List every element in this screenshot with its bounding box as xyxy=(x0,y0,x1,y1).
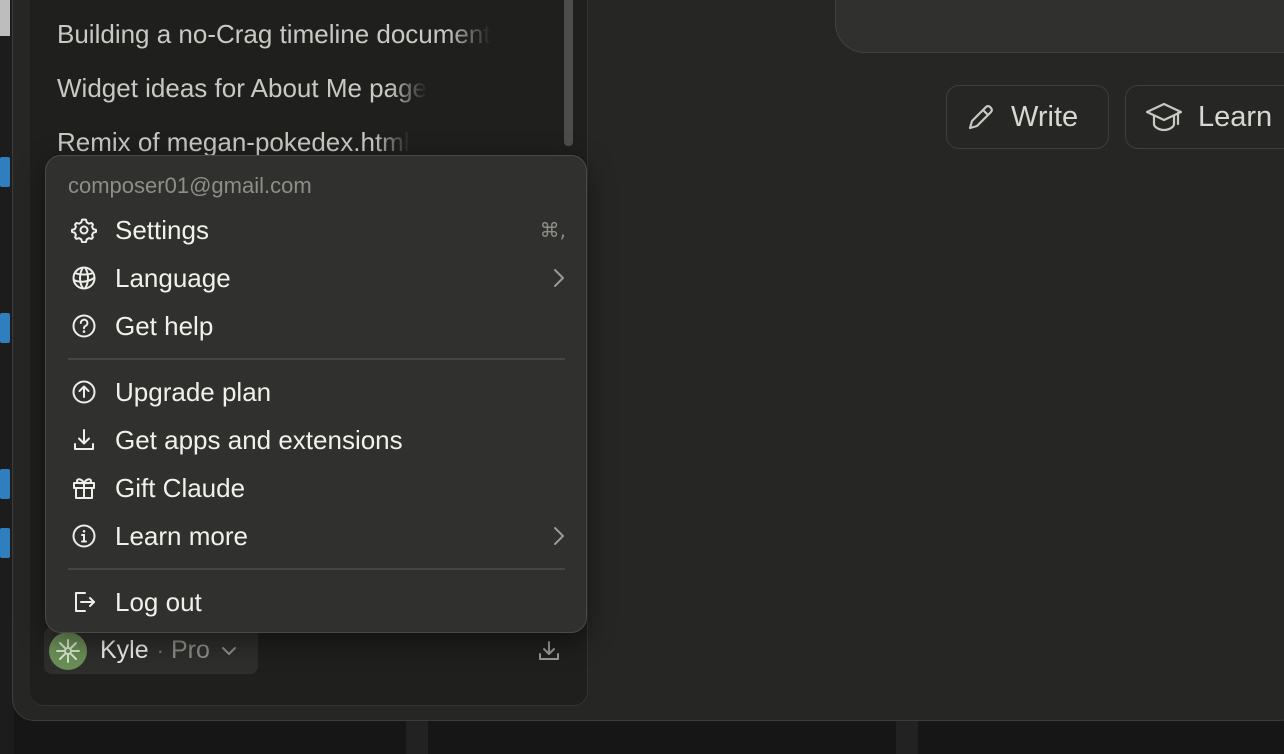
chevron-right-icon xyxy=(552,514,566,558)
background-strip xyxy=(406,721,428,754)
download-button[interactable] xyxy=(535,637,563,665)
info-icon xyxy=(70,522,98,550)
menu-item-label: Settings xyxy=(115,214,209,245)
desktop-folder-icon[interactable] xyxy=(0,528,10,558)
avatar xyxy=(49,631,87,670)
menu-item-label: Gift Claude xyxy=(115,472,246,503)
menu-item-settings[interactable]: Settings ⌘, xyxy=(56,208,578,252)
background-strip xyxy=(896,721,918,754)
chat-input-box[interactable] xyxy=(835,0,1284,53)
account-email: composer01@gmail.com xyxy=(68,173,312,198)
menu-item-label: Language xyxy=(115,262,231,293)
account-menu: composer01@gmail.com Settings ⌘, Languag… xyxy=(45,155,587,633)
desktop-folder-icon[interactable] xyxy=(0,313,10,343)
menu-item-log-out[interactable]: Log out xyxy=(56,580,578,624)
desktop-file-icon[interactable] xyxy=(0,0,10,36)
menu-item-label: Learn more xyxy=(115,520,248,551)
chevron-down-icon xyxy=(220,645,238,657)
shortcut-hint: ⌘, xyxy=(539,218,566,242)
menu-item-label: Get help xyxy=(115,310,214,341)
logout-icon xyxy=(70,588,98,616)
chevron-right-icon xyxy=(552,256,566,300)
menu-divider xyxy=(68,358,565,360)
globe-icon xyxy=(70,264,98,292)
menu-item-gift-claude[interactable]: Gift Claude xyxy=(56,466,578,510)
recent-chat-item[interactable]: Building a no-Crag timeline document xyxy=(57,19,491,50)
graduation-cap-icon xyxy=(1144,100,1184,134)
menu-item-upgrade-plan[interactable]: Upgrade plan xyxy=(56,370,578,414)
menu-item-label: Upgrade plan xyxy=(115,376,272,407)
gear-icon xyxy=(70,216,98,244)
menu-item-get-help[interactable]: Get help xyxy=(56,304,578,348)
desktop-folder-icon[interactable] xyxy=(0,469,10,499)
user-name: Kyle xyxy=(100,636,149,664)
learn-chip-button[interactable]: Learn xyxy=(1125,85,1284,149)
write-chip-label: Write xyxy=(1011,100,1079,133)
user-menu-button[interactable]: Kyle · Pro xyxy=(44,627,258,674)
write-chip-button[interactable]: Write xyxy=(946,85,1109,149)
arrow-up-circle-icon xyxy=(70,378,98,406)
recent-chat-item[interactable]: Remix of megan-pokedex.html xyxy=(57,127,410,158)
menu-item-label: Log out xyxy=(115,586,202,617)
menu-item-label: Get apps and extensions xyxy=(115,424,403,455)
learn-chip-label: Learn xyxy=(1198,100,1273,133)
user-plan: Pro xyxy=(170,636,210,664)
asterisk-avatar-icon xyxy=(56,638,80,663)
download-icon xyxy=(539,641,559,660)
user-separator: · xyxy=(156,637,164,663)
gift-icon xyxy=(70,474,98,502)
menu-item-language[interactable]: Language xyxy=(56,256,578,300)
menu-item-get-apps[interactable]: Get apps and extensions xyxy=(56,418,578,462)
menu-item-learn-more[interactable]: Learn more xyxy=(56,514,578,558)
menu-divider xyxy=(68,568,565,570)
sidebar-scrollbar[interactable] xyxy=(564,0,573,146)
recent-chat-item[interactable]: Widget ideas for About Me page xyxy=(57,73,427,104)
help-circle-icon xyxy=(70,312,98,340)
download-icon xyxy=(70,426,98,454)
pencil-icon xyxy=(965,101,997,133)
desktop-folder-icon[interactable] xyxy=(0,157,10,187)
